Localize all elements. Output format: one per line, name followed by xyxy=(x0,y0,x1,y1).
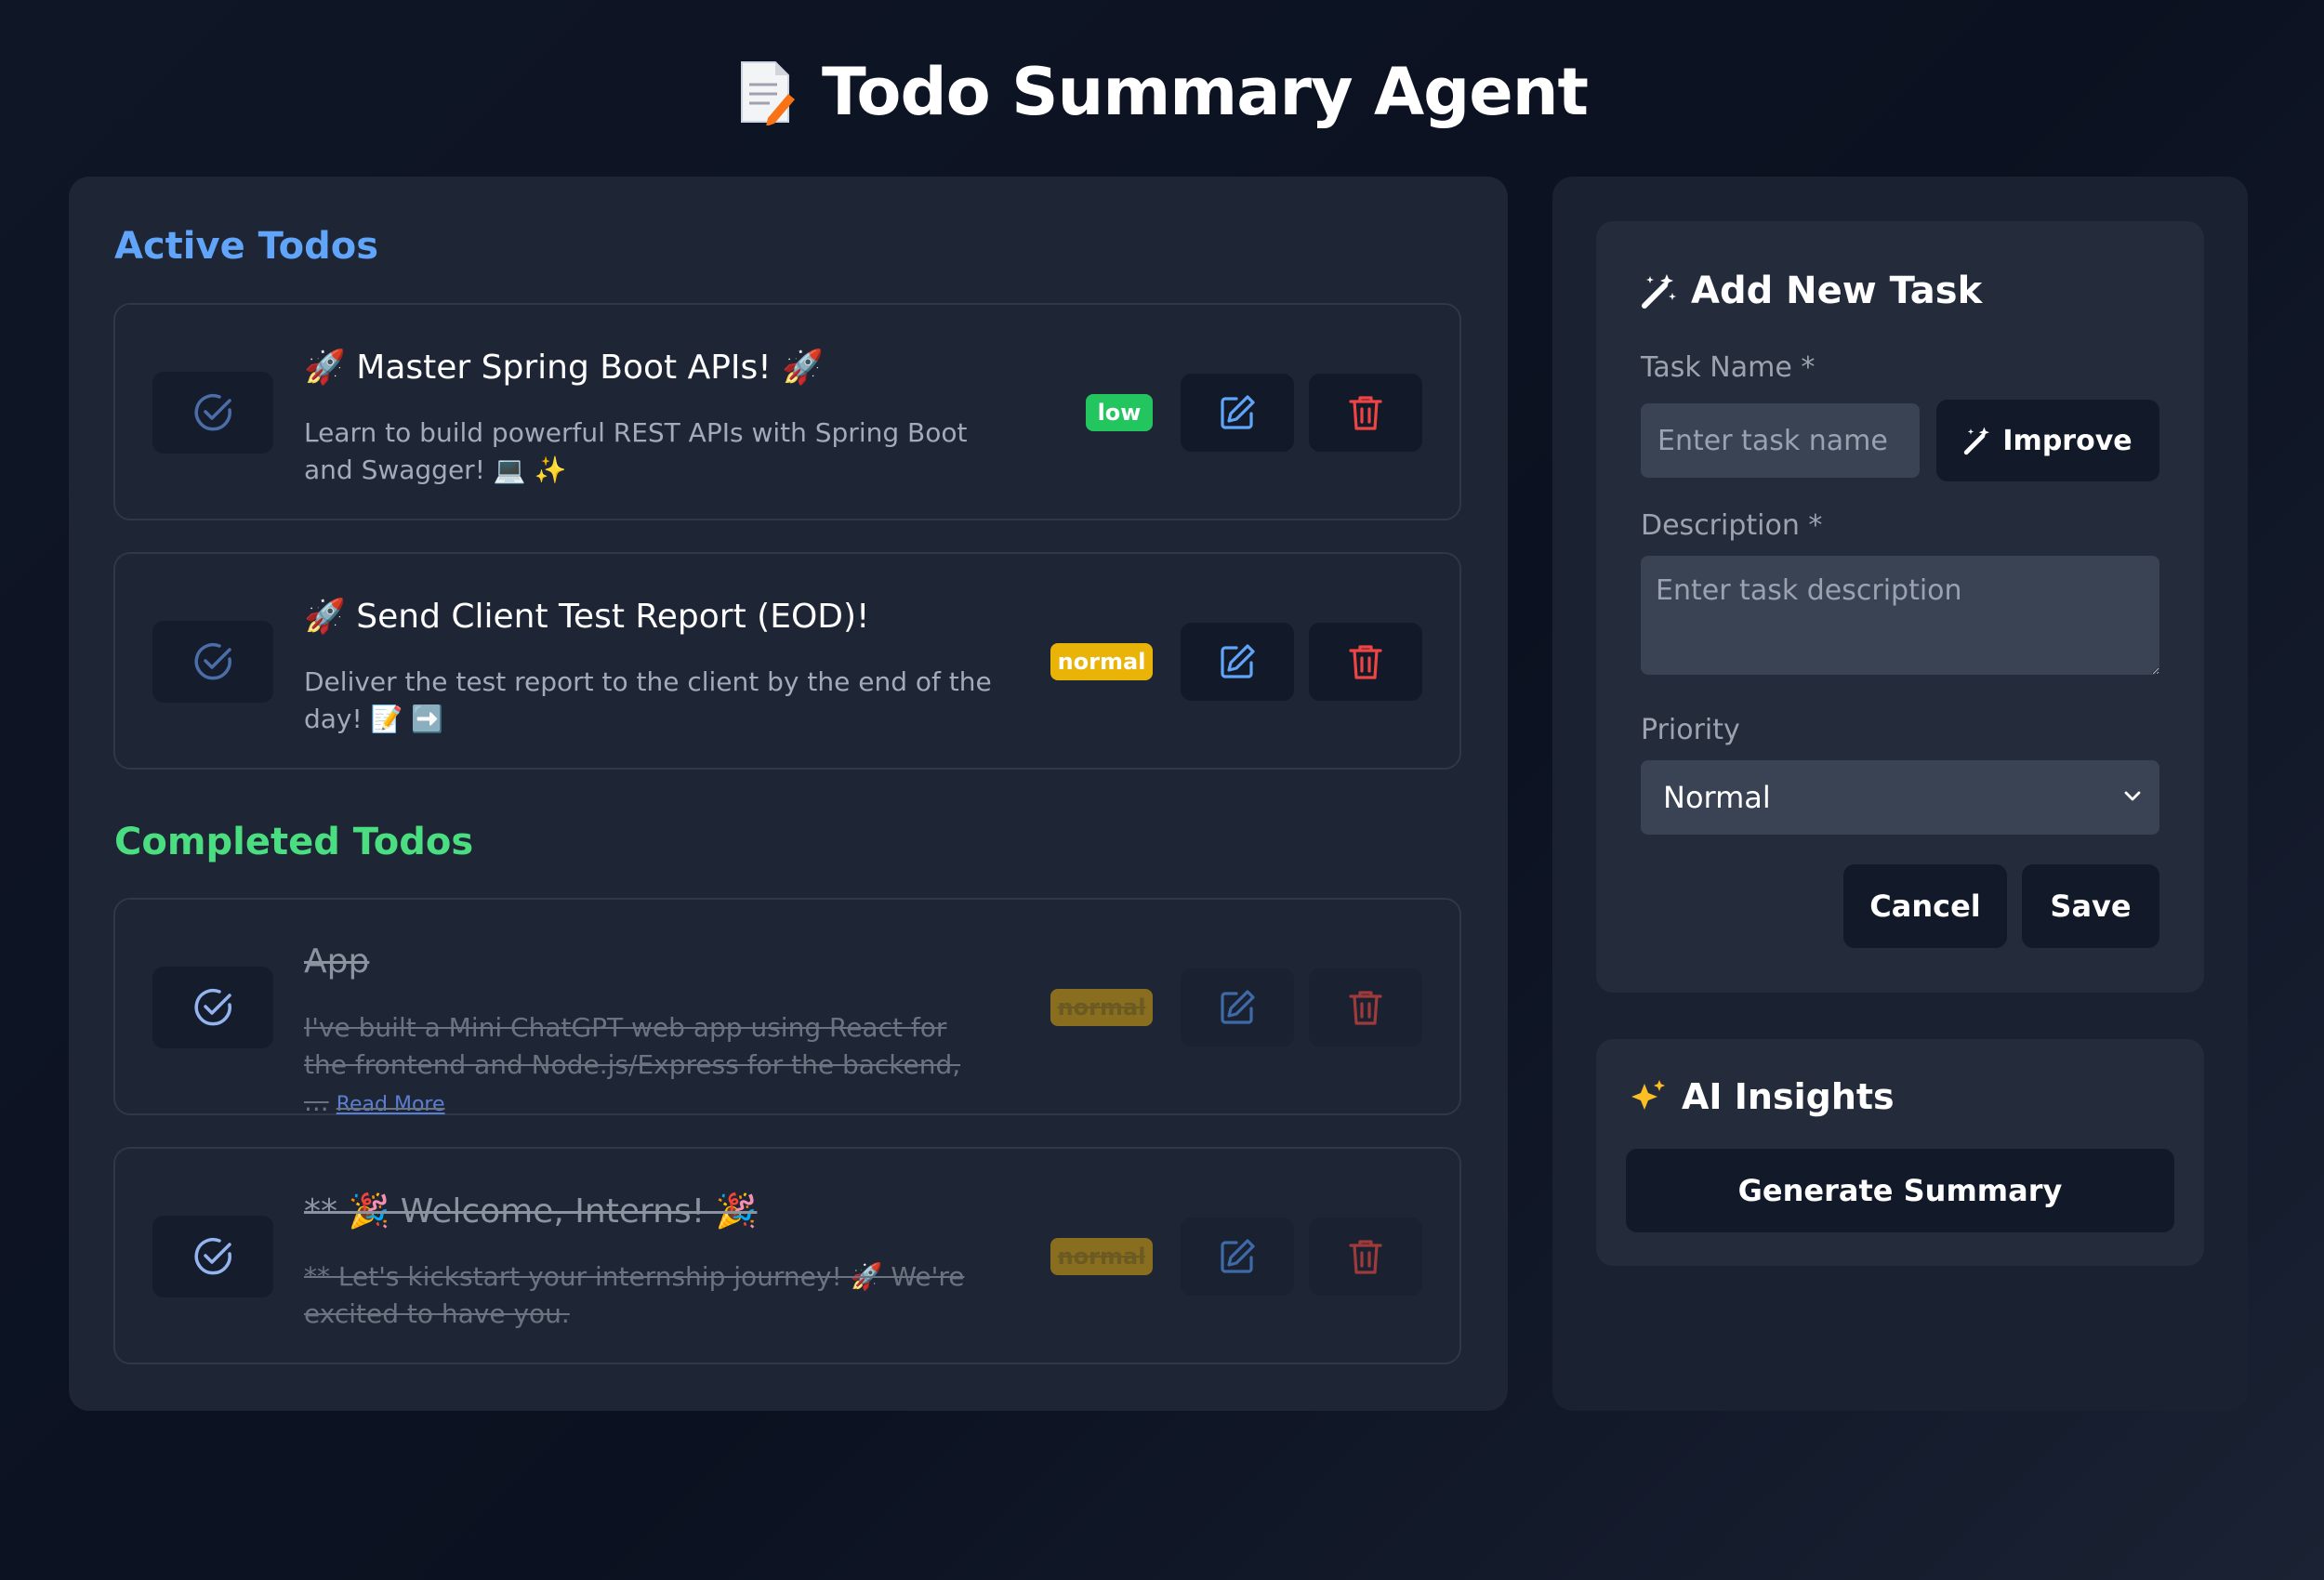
check-circle-icon xyxy=(194,1237,231,1275)
trash-icon xyxy=(1349,645,1382,679)
form-title: Add New Task xyxy=(1641,270,1982,312)
priority-badge: low xyxy=(1086,394,1153,431)
priority-badge: normal xyxy=(1050,643,1153,680)
todo-title: App xyxy=(304,942,370,981)
edit-icon xyxy=(1221,1239,1255,1273)
todo-title: 🚀 Send Client Test Report (EOD)! xyxy=(304,598,870,636)
document-pencil-icon xyxy=(740,61,795,125)
trash-icon xyxy=(1349,991,1382,1025)
trash-icon xyxy=(1349,1240,1382,1274)
task-name-label: Task Name * xyxy=(1641,351,1816,384)
sparkles-icon xyxy=(1631,1080,1665,1110)
trash-icon xyxy=(1349,396,1382,430)
ai-insights-title: AI Insights xyxy=(1630,1076,1895,1117)
form-title-text: Add New Task xyxy=(1691,270,1983,312)
todo-description: Deliver the test report to the client by… xyxy=(304,666,992,734)
complete-toggle-button[interactable] xyxy=(152,967,273,1048)
cancel-button[interactable]: Cancel xyxy=(1843,864,2007,948)
todo-card: 🚀 Master Spring Boot APIs! 🚀 Learn to bu… xyxy=(113,303,1461,520)
check-circle-icon xyxy=(194,642,231,680)
completed-todos-heading: Completed Todos xyxy=(114,821,474,863)
edit-icon xyxy=(1221,644,1255,678)
check-circle-icon xyxy=(194,988,231,1026)
todo-description: I've built a Mini ChatGPT web app using … xyxy=(304,1009,992,1124)
edit-button[interactable] xyxy=(1181,1218,1294,1296)
priority-select[interactable]: Normal xyxy=(1641,760,2159,835)
active-todos-heading: Active Todos xyxy=(114,225,379,268)
check-circle-icon xyxy=(194,393,231,431)
magic-wand-icon xyxy=(1964,427,1990,455)
todo-list-panel: Active Todos 🚀 Master Spring Boot APIs! … xyxy=(69,177,1508,1411)
edit-icon xyxy=(1221,990,1255,1024)
todo-description: Learn to build powerful REST APIs with S… xyxy=(304,417,968,485)
save-button[interactable]: Save xyxy=(2022,864,2159,948)
ai-insights-card: AI Insights Generate Summary xyxy=(1596,1039,2204,1266)
priority-badge: normal xyxy=(1050,1238,1153,1275)
todo-card: 🚀 Send Client Test Report (EOD)! Deliver… xyxy=(113,552,1461,770)
todo-card: App I've built a Mini ChatGPT web app us… xyxy=(113,898,1461,1117)
read-more-link[interactable]: Read More xyxy=(337,1093,445,1116)
ai-insights-title-text: AI Insights xyxy=(1682,1076,1895,1117)
complete-toggle-button[interactable] xyxy=(152,1216,273,1297)
todo-description: ** Let's kickstart your internship journ… xyxy=(304,1261,965,1329)
edit-button[interactable] xyxy=(1181,968,1294,1047)
edit-button[interactable] xyxy=(1181,374,1294,452)
page-title-text: Todo Summary Agent xyxy=(821,54,1589,130)
delete-button[interactable] xyxy=(1309,374,1422,452)
priority-label: Priority xyxy=(1641,714,1740,746)
delete-button[interactable] xyxy=(1309,623,1422,701)
delete-button[interactable] xyxy=(1309,1218,1422,1296)
chevron-down-icon xyxy=(2124,791,2141,801)
page-title: Todo Summary Agent xyxy=(0,54,2324,130)
todo-title: 🚀 Master Spring Boot APIs! 🚀 xyxy=(304,349,824,387)
magic-wand-icon xyxy=(1642,274,1676,309)
improve-button[interactable]: Improve xyxy=(1936,400,2159,481)
add-task-form: Add New Task Task Name * Improve Descrip… xyxy=(1596,221,2204,993)
task-name-input[interactable] xyxy=(1641,403,1920,478)
priority-select-value: Normal xyxy=(1663,780,1771,815)
improve-button-label: Improve xyxy=(2002,424,2133,457)
description-label: Description * xyxy=(1641,509,1823,542)
todo-title: ** 🎉 Welcome, Interns! 🎉 xyxy=(304,1192,758,1231)
complete-toggle-button[interactable] xyxy=(152,372,273,454)
complete-toggle-button[interactable] xyxy=(152,621,273,703)
description-input[interactable] xyxy=(1641,556,2159,675)
generate-summary-button[interactable]: Generate Summary xyxy=(1626,1149,2174,1232)
delete-button[interactable] xyxy=(1309,968,1422,1047)
sidebar-panel: Add New Task Task Name * Improve Descrip… xyxy=(1552,177,2248,1411)
todo-card: ** 🎉 Welcome, Interns! 🎉 ** Let's kickst… xyxy=(113,1147,1461,1364)
edit-icon xyxy=(1221,395,1255,429)
priority-badge: normal xyxy=(1050,989,1153,1026)
edit-button[interactable] xyxy=(1181,623,1294,701)
